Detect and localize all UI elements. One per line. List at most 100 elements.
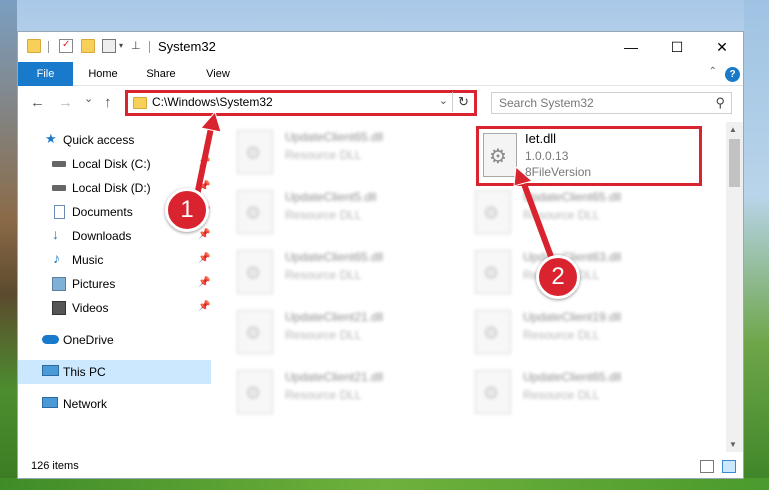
file-item[interactable]: UpdateClient21.dll Resource DLL xyxy=(212,370,437,430)
network-icon xyxy=(42,397,58,408)
title-bar: ✓ ▾ ⊥ System32 — ☐ ✕ xyxy=(18,32,743,62)
sidebar-item-quick-access[interactable]: ★ Quick access xyxy=(18,128,211,152)
tab-home[interactable]: Home xyxy=(78,62,128,86)
file-name: UpdateClient65.dll xyxy=(285,130,384,144)
sidebar-item-music[interactable]: ♪ Music 📌 xyxy=(18,248,211,272)
file-description: Resource DLL xyxy=(285,268,362,282)
new-folder-icon[interactable] xyxy=(81,39,95,53)
pin-icon[interactable]: 📌 xyxy=(198,229,210,240)
dll-file-icon xyxy=(475,190,511,234)
pin-toolbar-icon[interactable]: ⊥ xyxy=(131,39,141,52)
sidebar-item-label: Local Disk (C:) xyxy=(72,157,151,171)
file-item[interactable]: UpdateClient19.dll Resource DLL xyxy=(450,310,675,370)
vertical-scrollbar[interactable]: ▲ ▼ xyxy=(726,122,743,452)
properties-icon[interactable]: ✓ xyxy=(59,39,73,53)
search-box[interactable]: Search System32 ⚲ xyxy=(491,92,732,114)
file-name: UpdateClient21.dll xyxy=(285,370,384,384)
file-name: UpdateClient65.dll xyxy=(523,370,622,384)
up-button[interactable]: ↑ xyxy=(104,94,112,111)
music-icon: ♪ xyxy=(53,250,60,266)
pin-icon[interactable]: 📌 xyxy=(198,253,210,264)
dll-file-icon xyxy=(475,310,511,354)
drive-icon xyxy=(52,185,66,191)
scroll-up-icon[interactable]: ▲ xyxy=(729,125,737,134)
address-dropdown-icon[interactable]: ⌄ xyxy=(439,94,448,107)
file-name: UpdateClient5.dll xyxy=(285,190,377,204)
sidebar-item-videos[interactable]: Videos 📌 xyxy=(18,296,211,320)
search-icon[interactable]: ⚲ xyxy=(715,95,725,111)
scroll-down-icon[interactable]: ▼ xyxy=(729,440,737,449)
desktop-background-bottom xyxy=(0,478,769,490)
file-description: Resource DLL xyxy=(285,328,362,342)
navigation-bar: ← → ⌄ ↑ C:\Windows\System32 ⌄ ↻ Search S… xyxy=(18,87,743,119)
forward-button[interactable]: → xyxy=(58,94,73,111)
dll-file-icon xyxy=(237,310,273,354)
file-description: Resource DLL xyxy=(523,328,600,342)
dll-file-icon xyxy=(237,190,273,234)
star-icon: ★ xyxy=(45,131,57,146)
close-button[interactable]: ✕ xyxy=(699,32,745,62)
file-item[interactable]: UpdateClient65.dll Resource DLL xyxy=(450,190,675,250)
file-description: Resource DLL xyxy=(285,148,362,162)
desktop-background-left xyxy=(0,0,17,490)
sidebar-item-this-pc[interactable]: This PC xyxy=(18,360,211,384)
file-item[interactable]: UpdateClient21.dll Resource DLL xyxy=(212,310,437,370)
address-bar[interactable]: C:\Windows\System32 ⌄ ↻ xyxy=(125,90,477,116)
sidebar-item-label: Music xyxy=(72,253,104,267)
file-name: UpdateClient21.dll xyxy=(285,310,384,324)
minimize-button[interactable]: — xyxy=(608,32,654,62)
file-item[interactable]: UpdateClient65.dll Resource DLL xyxy=(450,370,675,430)
file-name: UpdateClient65.dll xyxy=(523,190,622,204)
sidebar-item-label: Downloads xyxy=(72,229,132,243)
recent-locations-button[interactable]: ⌄ xyxy=(84,92,93,105)
view-icon[interactable] xyxy=(102,39,116,53)
ribbon: File Home Share View ⌃ ? xyxy=(18,62,743,86)
highlighted-file-item[interactable]: ⚙ Iet.dll 1.0.0.13 8FileVersion xyxy=(476,126,702,186)
file-name: UpdateClient19.dll xyxy=(523,310,622,324)
drive-icon xyxy=(52,161,66,167)
sidebar-item-pictures[interactable]: Pictures 📌 xyxy=(18,272,211,296)
file-item[interactable]: UpdateClient65.dll Resource DLL xyxy=(212,250,437,310)
large-icons-view-icon[interactable] xyxy=(722,460,736,473)
pin-icon[interactable]: 📌 xyxy=(198,181,210,192)
sidebar-item-label: This PC xyxy=(63,365,106,379)
pin-icon[interactable]: 📌 xyxy=(198,301,210,312)
sidebar-item-network[interactable]: Network xyxy=(18,392,211,416)
dll-file-icon xyxy=(237,250,273,294)
file-description: Resource DLL xyxy=(523,388,600,402)
callout-badge-1: 1 xyxy=(165,188,209,232)
file-description: 8FileVersion xyxy=(525,165,592,179)
dll-file-icon: ⚙ xyxy=(483,133,517,177)
dll-file-icon xyxy=(237,130,273,174)
dll-file-icon xyxy=(237,370,273,414)
maximize-button[interactable]: ☐ xyxy=(654,32,700,62)
scrollbar-thumb[interactable] xyxy=(729,139,740,187)
cloud-icon xyxy=(42,335,59,344)
refresh-button[interactable]: ↻ xyxy=(452,92,474,112)
divider xyxy=(48,41,49,53)
desktop-background-right xyxy=(744,0,769,490)
navigation-pane: ★ Quick access Local Disk (C:) 📌 Local D… xyxy=(18,122,211,452)
sidebar-item-local-disk-c[interactable]: Local Disk (C:) 📌 xyxy=(18,152,211,176)
search-input[interactable]: Search System32 xyxy=(499,96,594,110)
sidebar-item-label: Quick access xyxy=(63,133,135,147)
sidebar-item-label: Videos xyxy=(72,301,109,315)
address-path[interactable]: C:\Windows\System32 xyxy=(152,95,273,109)
tab-file[interactable]: File xyxy=(18,62,73,86)
help-icon[interactable]: ? xyxy=(725,67,740,82)
pin-icon[interactable]: 📌 xyxy=(198,157,210,168)
file-item[interactable]: UpdateClient65.dll Resource DLL xyxy=(212,130,437,190)
back-button[interactable]: ← xyxy=(30,94,45,111)
pin-icon[interactable]: 📌 xyxy=(198,277,210,288)
file-name: Iet.dll xyxy=(525,131,557,146)
customize-toolbar-icon[interactable]: ▾ xyxy=(119,41,123,50)
callout-badge-2: 2 xyxy=(536,255,580,299)
collapse-ribbon-icon[interactable]: ⌃ xyxy=(709,66,717,77)
folder-icon xyxy=(133,97,147,109)
file-version: 1.0.0.13 xyxy=(525,149,569,163)
file-item[interactable]: UpdateClient5.dll Resource DLL xyxy=(212,190,437,250)
tab-share[interactable]: Share xyxy=(136,62,186,86)
details-view-icon[interactable] xyxy=(700,460,714,473)
sidebar-item-onedrive[interactable]: OneDrive xyxy=(18,328,211,352)
tab-view[interactable]: View xyxy=(193,62,243,86)
